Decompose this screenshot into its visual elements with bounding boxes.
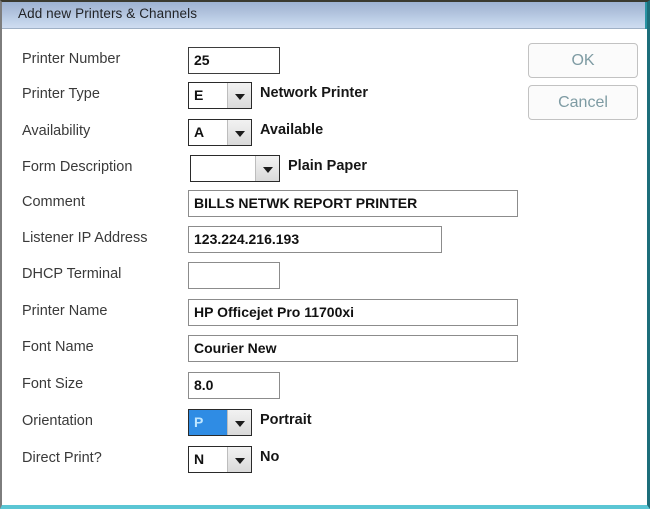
input-listener-ip-address[interactable]: 123.224.216.193	[188, 226, 442, 253]
chevron-down-icon[interactable]	[227, 447, 251, 472]
desc-availability: Available	[260, 122, 324, 138]
label-font-name: Font Name	[22, 339, 94, 355]
combo-direct-print-value: N	[194, 451, 205, 467]
input-comment[interactable]: BILLS NETWK REPORT PRINTER	[188, 190, 518, 217]
label-printer-number: Printer Number	[22, 51, 121, 67]
input-printer-name[interactable]: HP Officejet Pro 11700xi	[188, 299, 518, 326]
combo-orientation[interactable]: P	[188, 409, 252, 436]
row-comment: Comment BILLS NETWK REPORT PRINTER	[2, 190, 647, 222]
desc-form-description: Plain Paper	[288, 158, 367, 174]
row-dhcp-terminal: DHCP Terminal	[2, 262, 647, 294]
desc-direct-print: No	[260, 449, 280, 465]
row-printer-name: Printer Name HP Officejet Pro 11700xi	[2, 299, 647, 331]
input-font-size[interactable]: 8.0	[188, 372, 280, 399]
cancel-button[interactable]: Cancel	[528, 85, 638, 120]
desc-orientation: Portrait	[260, 412, 312, 428]
combo-form-description[interactable]	[190, 155, 280, 182]
label-font-size: Font Size	[22, 376, 84, 392]
combo-form-description-value	[191, 156, 255, 181]
desc-printer-type: Network Printer	[260, 85, 368, 101]
row-direct-print: Direct Print? N No	[2, 446, 647, 478]
combo-orientation-value: P	[189, 410, 227, 435]
add-printer-dialog: Add new Printers & Channels Printer Numb…	[0, 0, 650, 509]
chevron-down-icon[interactable]	[227, 410, 251, 435]
combo-availability[interactable]: A	[188, 119, 252, 146]
printer-form: Printer Number 25 Printer Type E Network…	[2, 29, 647, 505]
combo-direct-print[interactable]: N	[188, 446, 252, 473]
row-listener-ip-address: Listener IP Address 123.224.216.193	[2, 226, 647, 258]
label-orientation: Orientation	[22, 413, 93, 429]
row-font-name: Font Name Courier New	[2, 335, 647, 367]
label-comment: Comment	[22, 194, 85, 210]
input-dhcp-terminal[interactable]	[188, 262, 280, 289]
dialog-title: Add new Printers & Channels	[18, 6, 198, 21]
dialog-title-bar: Add new Printers & Channels	[2, 2, 647, 29]
combo-printer-type-value: E	[194, 87, 204, 103]
label-dhcp-terminal: DHCP Terminal	[22, 266, 122, 282]
row-availability: Availability A Available	[2, 119, 647, 151]
ok-button[interactable]: OK	[528, 43, 638, 78]
combo-availability-value: A	[194, 124, 205, 140]
input-font-name[interactable]: Courier New	[188, 335, 518, 362]
chevron-down-icon[interactable]	[227, 83, 251, 108]
combo-printer-type[interactable]: E	[188, 82, 252, 109]
label-printer-type: Printer Type	[22, 86, 100, 102]
row-font-size: Font Size 8.0	[2, 372, 647, 404]
label-printer-name: Printer Name	[22, 303, 108, 319]
input-printer-number[interactable]: 25	[188, 47, 280, 74]
chevron-down-icon[interactable]	[255, 156, 279, 181]
row-orientation: Orientation P Portrait	[2, 409, 647, 441]
chevron-down-icon[interactable]	[227, 120, 251, 145]
label-listener-ip-address: Listener IP Address	[22, 230, 148, 246]
row-form-description: Form Description Plain Paper	[2, 155, 647, 187]
label-form-description: Form Description	[22, 159, 133, 175]
label-availability: Availability	[22, 123, 91, 139]
label-direct-print: Direct Print?	[22, 450, 102, 466]
